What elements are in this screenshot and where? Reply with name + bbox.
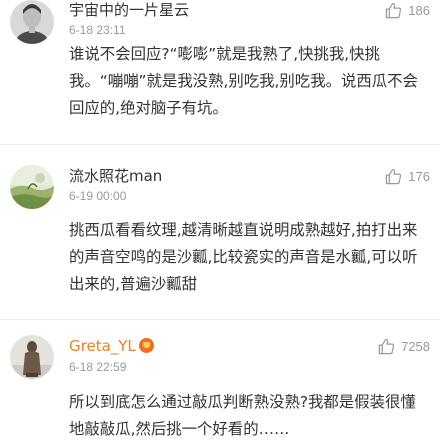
user-avatar[interactable] [10,165,54,209]
thumbs-up-icon [386,2,402,18]
like-count: 176 [408,168,430,184]
comment-header: Greta_YL [69,334,430,358]
comment-item: Greta_YL 6-18 22:59 7258 所以到底怎么通过敲瓜判断熟没熟… [0,320,440,440]
comment-item: 宇宙中的一片星云 6-18 23:11 186 谁说不会回应?“嘭嘭”就是我熟了… [0,0,440,145]
comment-timestamp: 6-19 00:00 [69,189,127,203]
comment-header: 宇宙中的一片星云 [69,0,430,22]
username-link[interactable]: 宇宙中的一片星云 [69,1,189,19]
user-avatar[interactable] [10,335,54,379]
comment-timestamp: 6-18 22:59 [69,360,127,374]
comment-text: 谁说不会回应?“嘭嘭”就是我熟了,快挑我,快挑我。“嘣嘣”就是我没熟,别吃我,别… [69,45,418,117]
text-fade-overlay [340,412,440,440]
comment-header: 流水照花man [69,164,430,188]
username-link[interactable]: 流水照花man [69,167,162,185]
figure-avatar-icon [10,335,54,379]
comment-item: 流水照花man 6-19 00:00 176 挑西瓜看看纹理,越清晰越直说明成熟… [0,145,440,320]
comment-timestamp: 6-18 23:11 [69,23,126,37]
landscape-avatar-icon [10,165,54,209]
like-count: 186 [408,2,430,18]
thumbs-up-icon [378,338,395,354]
username-link[interactable]: Greta_YL [69,337,136,355]
like-count: 7258 [401,338,430,354]
comment-list: 宇宙中的一片星云 6-18 23:11 186 谁说不会回应?“嘭嘭”就是我熟了… [0,0,440,440]
like-button[interactable]: 186 [384,0,430,22]
like-button[interactable]: 7258 [377,334,430,358]
vip-member-icon [138,337,154,353]
comment-text: 挑西瓜看看纹理,越清晰越直说明成熟越好,拍打出来的声音空鸣的是沙瓤,比较瓷实的声… [69,221,418,293]
user-avatar[interactable] [10,0,54,44]
portrait-avatar-icon [10,0,54,44]
like-button[interactable]: 176 [384,164,430,188]
thumbs-up-icon [386,168,402,184]
